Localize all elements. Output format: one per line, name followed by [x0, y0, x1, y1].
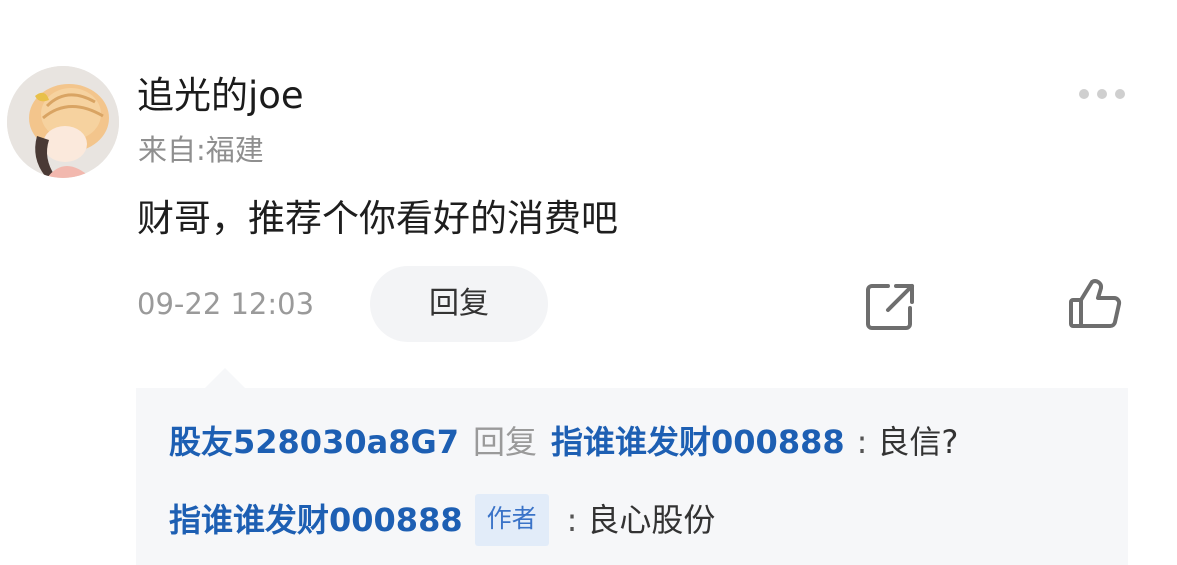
avatar[interactable]	[7, 66, 119, 178]
reply-item[interactable]: 股友528030a8G7 回复 指谁谁发财000888: 良信?	[169, 418, 958, 466]
share-button[interactable]	[862, 278, 920, 334]
more-dots-icon	[1079, 89, 1125, 99]
reply-text: 良心股份	[587, 501, 716, 539]
reply-separator: :	[856, 423, 868, 461]
reply-item[interactable]: 指谁谁发财000888 作者: 良心股份	[169, 494, 715, 546]
reply-author-link[interactable]: 股友528030a8G7	[169, 423, 459, 461]
timestamp: 09-22 12:03	[137, 287, 315, 321]
reply-text: 良信?	[877, 423, 959, 461]
like-button[interactable]	[1066, 276, 1124, 334]
username[interactable]: 追光的joe	[137, 70, 304, 122]
reply-separator: :	[566, 501, 578, 539]
reply-button[interactable]: 回复	[370, 266, 548, 342]
reply-connector: 回复	[473, 423, 538, 461]
author-badge: 作者	[474, 494, 549, 546]
location-label: 来自:福建	[138, 133, 264, 167]
share-icon	[866, 284, 914, 330]
reply-target-link[interactable]: 指谁谁发财000888	[551, 423, 845, 461]
reply-box-pointer	[205, 368, 245, 388]
more-options-button[interactable]	[1072, 80, 1132, 108]
thumbs-up-icon	[1069, 279, 1122, 328]
reply-author-link[interactable]: 指谁谁发财000888	[169, 501, 463, 539]
comment-text: 财哥，推荐个你看好的消费吧	[137, 197, 618, 240]
